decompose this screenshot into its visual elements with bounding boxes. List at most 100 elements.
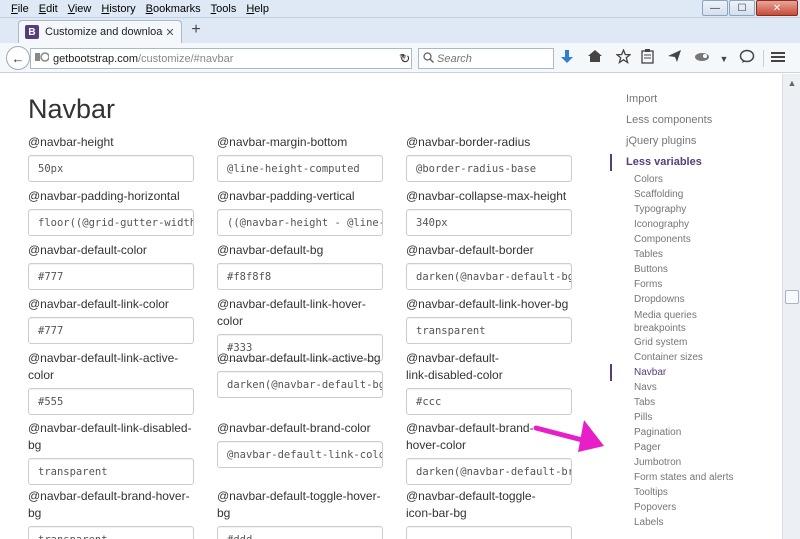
- variable-label: @navbar-default-color: [28, 243, 147, 257]
- menu-tools[interactable]: Tools: [206, 1, 242, 17]
- menu-label: dit: [46, 2, 58, 15]
- sidenav-subitem-colors[interactable]: Colors: [634, 174, 663, 185]
- variable-input[interactable]: @line-height-computed: [217, 155, 383, 182]
- sidenav-subitem-components[interactable]: Components: [634, 234, 691, 245]
- variable-input[interactable]: transparent: [28, 458, 194, 485]
- sidenav-subitem-navs[interactable]: Navs: [634, 382, 657, 393]
- active-indicator: [610, 154, 612, 171]
- sidenav-subitem-pager[interactable]: Pager: [634, 442, 661, 453]
- variable-label: @navbar-default-link-active-color: [28, 351, 179, 382]
- variable-input[interactable]: [406, 526, 572, 539]
- menu-icon[interactable]: [768, 49, 788, 69]
- menu-label: elp: [254, 2, 269, 15]
- sidenav-item-less-variables[interactable]: Less variables: [626, 156, 702, 168]
- reload-icon[interactable]: ↻: [396, 48, 414, 69]
- menu-accelerator: V: [67, 2, 75, 15]
- sidenav-subitem-media-queries-breakpoints[interactable]: Media queries breakpoints: [634, 309, 704, 335]
- variable-input[interactable]: @navbar-default-link-color: [217, 441, 383, 468]
- variable-input[interactable]: #ddd: [217, 526, 383, 539]
- menu-label: ookmarks: [152, 2, 201, 15]
- close-window-button[interactable]: ✕: [756, 0, 798, 16]
- sidenav-subitem-typography[interactable]: Typography: [634, 204, 686, 215]
- menu-file[interactable]: File: [6, 1, 34, 17]
- sidenav-subitem-pills[interactable]: Pills: [634, 412, 652, 423]
- download-icon[interactable]: [557, 49, 577, 69]
- variable-label: @navbar-default-bg: [217, 243, 324, 257]
- sidenav-subitem-pagination[interactable]: Pagination: [634, 427, 681, 438]
- variable-input[interactable]: @border-radius-base: [406, 155, 572, 182]
- variable-input[interactable]: transparent: [406, 317, 572, 344]
- variable-input[interactable]: darken(@navbar-default-brand: [406, 458, 572, 485]
- menu-view[interactable]: View: [63, 1, 97, 17]
- variable-label-line: @navbar-default-: [406, 351, 499, 365]
- variable-input[interactable]: ((@navbar-height - @line-height-computed: [217, 209, 383, 236]
- sidenav-subitem-buttons[interactable]: Buttons: [634, 264, 668, 275]
- sidenav-subitem-labels[interactable]: Labels: [634, 517, 663, 528]
- extension-icon[interactable]: [692, 49, 712, 69]
- sidenav-subitem-tabs[interactable]: Tabs: [634, 397, 655, 408]
- menu-bookmarks[interactable]: Bookmarks: [141, 1, 206, 17]
- menu-bar: File Edit View History Bookmarks Tools Help — …: [0, 0, 800, 18]
- menu-history[interactable]: History: [96, 1, 140, 17]
- url-text[interactable]: getbootstrap.com/customize/#navbar: [53, 53, 395, 65]
- variable-field-group: @navbar-default-link-disabled-bg transpar…: [28, 420, 200, 485]
- scrollbar[interactable]: ▲: [782, 74, 800, 539]
- sidenav-item-jquery-plugins[interactable]: jQuery plugins: [626, 135, 696, 147]
- back-button[interactable]: ←: [6, 46, 30, 70]
- sidenav-subitem-navbar[interactable]: Navbar: [634, 367, 666, 378]
- variable-input[interactable]: darken(@navbar-default-bg: [217, 371, 383, 398]
- menu-edit[interactable]: Edit: [34, 1, 63, 17]
- url-path: /customize/#navbar: [138, 52, 234, 65]
- tab-customize[interactable]: B Customize and download -... ✕: [18, 20, 182, 43]
- minimize-button[interactable]: —: [702, 0, 728, 16]
- variable-input[interactable]: 50px: [28, 155, 194, 182]
- variable-input[interactable]: darken(@navbar-default-bg: [406, 263, 572, 290]
- sidenav-subitem-scaffolding[interactable]: Scaffolding: [634, 189, 683, 200]
- variable-input[interactable]: #555: [28, 388, 194, 415]
- scroll-up-icon[interactable]: ▲: [785, 76, 799, 90]
- variable-input[interactable]: #777: [28, 317, 194, 344]
- search-input[interactable]: [437, 52, 547, 65]
- sidenav-subitem-dropdowns[interactable]: Dropdowns: [634, 294, 685, 305]
- maximize-button[interactable]: ☐: [729, 0, 755, 16]
- sidenav-subitem-container-sizes[interactable]: Container sizes: [634, 352, 703, 363]
- variable-input[interactable]: #f8f8f8: [217, 263, 383, 290]
- sidenav-subitem-iconography[interactable]: Iconography: [634, 219, 689, 230]
- variable-input[interactable]: floor((@grid-gutter-width: [28, 209, 194, 236]
- sidenav-subitem-tooltips[interactable]: Tooltips: [634, 487, 668, 498]
- star-icon[interactable]: [613, 48, 633, 69]
- sidenav-subitem-forms[interactable]: Forms: [634, 279, 662, 290]
- variable-label: @navbar-default-link-hover-bg: [406, 297, 569, 311]
- scroll-thumb[interactable]: [785, 290, 799, 304]
- variable-field-group: @navbar-padding-vertical ((@navbar-height…: [217, 188, 389, 236]
- sidenav-item-import[interactable]: Import: [626, 93, 657, 105]
- page-title: Navbar: [28, 94, 116, 124]
- new-tab-button[interactable]: +: [186, 21, 206, 39]
- variable-label: @navbar-default-link-color: [28, 297, 169, 311]
- variable-input[interactable]: transparent: [28, 526, 194, 539]
- url-bar[interactable]: getbootstrap.com/customize/#navbar ▽: [30, 48, 412, 69]
- tab-close-icon[interactable]: ✕: [163, 26, 177, 39]
- variable-input[interactable]: #ccc: [406, 388, 572, 415]
- variable-label: @navbar-default-link-disabled-color: [406, 350, 578, 384]
- sidenav-subitem-tables[interactable]: Tables: [634, 249, 663, 260]
- variable-field-group: @navbar-default-toggle-hover-bg #ddd: [217, 488, 389, 539]
- sidenav-subitem-jumbotron[interactable]: Jumbotron: [634, 457, 681, 468]
- sidenav-subitem-form-states-and-alerts[interactable]: Form states and alerts: [634, 472, 733, 483]
- menu-help[interactable]: Help: [241, 1, 274, 17]
- menu-label: ile: [17, 2, 29, 15]
- chat-icon[interactable]: [737, 49, 757, 69]
- sidenav-item-less-components[interactable]: Less components: [626, 114, 712, 126]
- variable-input[interactable]: 340px: [406, 209, 572, 236]
- variable-field-group: @navbar-default-brand-hover-bg transparen…: [28, 488, 200, 539]
- send-icon[interactable]: [664, 49, 684, 69]
- sidenav-subitem-grid-system[interactable]: Grid system: [634, 337, 687, 348]
- site-identity-icon[interactable]: [31, 51, 53, 66]
- dropdown-icon[interactable]: ▼: [714, 49, 734, 69]
- variable-input[interactable]: #777: [28, 263, 194, 290]
- tab-title: Customize and download -...: [45, 26, 163, 38]
- home-icon[interactable]: [585, 49, 605, 69]
- sidenav-subitem-popovers[interactable]: Popovers: [634, 502, 676, 513]
- search-bar[interactable]: [418, 48, 554, 69]
- reading-list-icon[interactable]: [637, 49, 657, 69]
